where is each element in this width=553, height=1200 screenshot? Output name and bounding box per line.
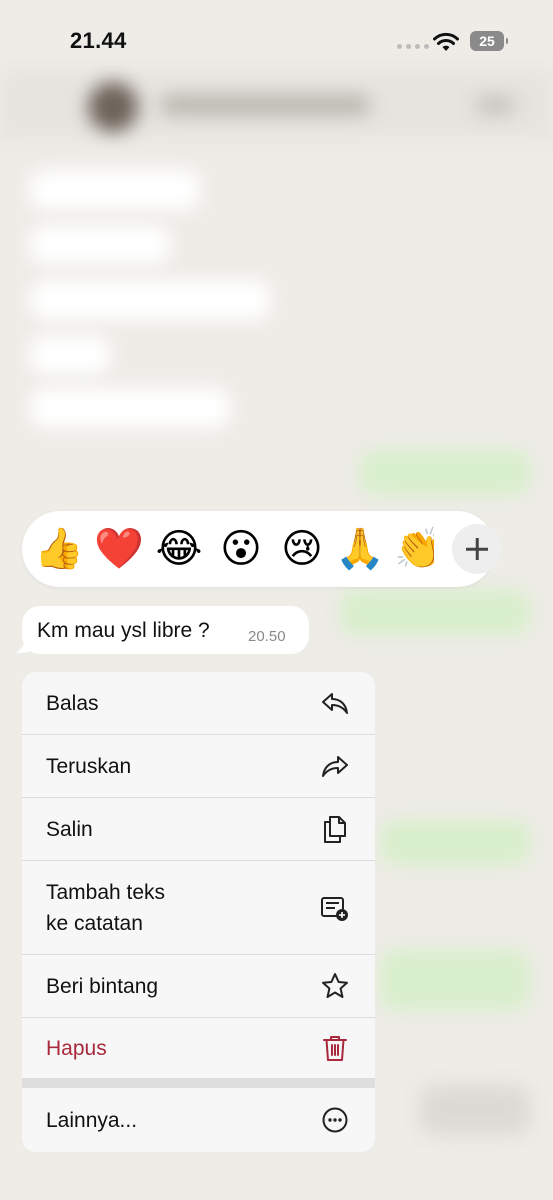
add-note-icon	[321, 897, 348, 921]
reaction-pray[interactable]: 🙏	[335, 525, 385, 573]
menu-item-forward[interactable]: Teruskan	[22, 735, 375, 798]
menu-item-reply[interactable]: Balas	[22, 672, 375, 735]
copy-icon	[324, 816, 346, 843]
reaction-picker: 👍 ❤️ 😂 😮 😢 🙏 👏	[22, 511, 502, 587]
message-bubble[interactable]: Km mau ysl libre ? 20.50	[22, 606, 309, 654]
reaction-crying[interactable]: 😢	[278, 525, 326, 573]
menu-item-label: Hapus	[46, 1037, 107, 1060]
reaction-clap[interactable]: 👏	[394, 525, 434, 573]
message-text: Km mau ysl libre ?	[37, 619, 210, 642]
trash-icon	[323, 1036, 347, 1061]
more-reactions-button[interactable]	[452, 524, 502, 574]
menu-item-add-to-note[interactable]: Tambah teks ke catatan	[22, 861, 375, 955]
wifi-icon	[433, 32, 459, 51]
battery-indicator: 25	[470, 31, 508, 51]
star-icon	[322, 973, 348, 998]
reaction-surprised[interactable]: 😮	[217, 525, 265, 573]
reaction-thumbs-up[interactable]: 👍	[34, 525, 84, 573]
menu-item-delete[interactable]: Hapus	[22, 1018, 375, 1078]
reaction-heart[interactable]: ❤️	[94, 525, 144, 573]
menu-item-label: Beri bintang	[46, 975, 159, 998]
menu-item-more[interactable]: Lainnya...	[22, 1088, 375, 1152]
status-bar: 21.44 25	[0, 0, 553, 80]
menu-item-label: Tambah teks ke catatan	[46, 881, 166, 935]
menu-item-star[interactable]: Beri bintang	[22, 955, 375, 1018]
cellular-signal-icon	[397, 44, 429, 49]
forward-icon	[322, 756, 348, 777]
menu-item-copy[interactable]: Salin	[22, 798, 375, 861]
menu-separator	[22, 1078, 375, 1088]
status-time: 21.44	[70, 28, 127, 53]
reaction-laughing[interactable]: 😂	[155, 525, 203, 573]
menu-item-label: Lainnya...	[46, 1109, 138, 1132]
message-context-menu: Balas Teruskan Salin Tambah teks ke cata…	[22, 672, 375, 1152]
message-timestamp: 20.50	[248, 628, 286, 645]
menu-item-label: Balas	[46, 692, 99, 715]
more-icon	[322, 1107, 348, 1133]
menu-item-label: Teruskan	[46, 755, 132, 778]
menu-item-label: Salin	[46, 818, 93, 841]
reply-icon	[322, 693, 348, 714]
